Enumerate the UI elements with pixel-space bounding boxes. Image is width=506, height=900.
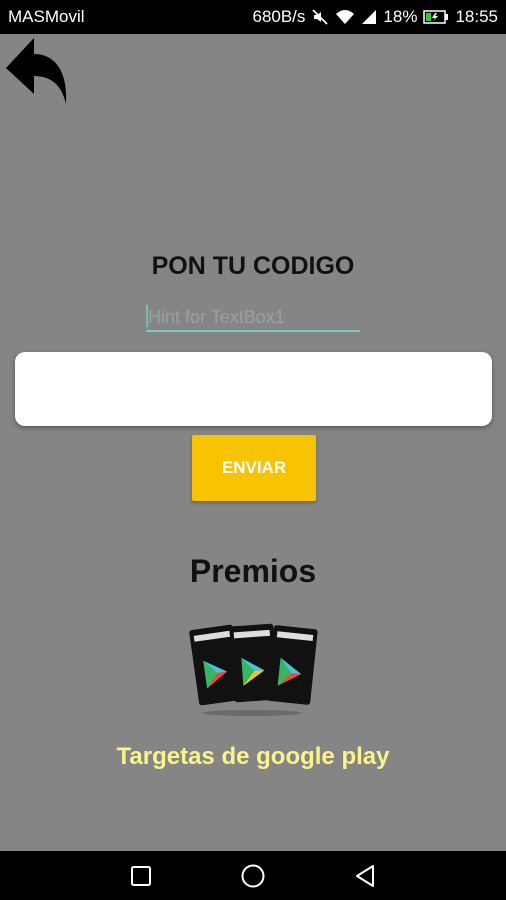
network-speed: 680B/s [252,7,306,26]
google-play-cards-icon [186,615,322,719]
battery-charging-icon [423,10,449,24]
home-button[interactable] [197,851,309,900]
code-input[interactable] [15,352,492,426]
page-title: PON TU CODIGO [151,252,355,280]
prize-caption: Targetas de google play [116,743,390,770]
circle-icon [241,864,265,887]
hint-input[interactable]: Hint for TextBox1 [146,302,360,332]
status-bar: MASMovil 680B/s 18% 18:55 [0,0,506,34]
carrier-name: MASMovil [8,7,85,26]
back-arrow-icon [6,38,67,104]
prizes-heading: Premios [189,553,317,589]
clock: 18:55 [455,7,498,26]
mute-icon [311,8,329,26]
text-caret [146,305,148,327]
signal-icon [361,9,377,25]
back-button[interactable] [4,36,70,106]
square-icon [131,865,151,886]
battery-percent: 18% [383,7,418,26]
status-icons: 680B/s 18% 18:55 [252,7,498,27]
recents-button[interactable] [85,851,197,900]
triangle-back-icon [356,864,374,887]
hint-text: Hint for TextBox1 [148,307,285,327]
send-button[interactable]: ENVIAR [192,435,316,501]
nav-back-button[interactable] [309,851,421,900]
wifi-icon [335,8,355,26]
navigation-bar [0,851,506,900]
